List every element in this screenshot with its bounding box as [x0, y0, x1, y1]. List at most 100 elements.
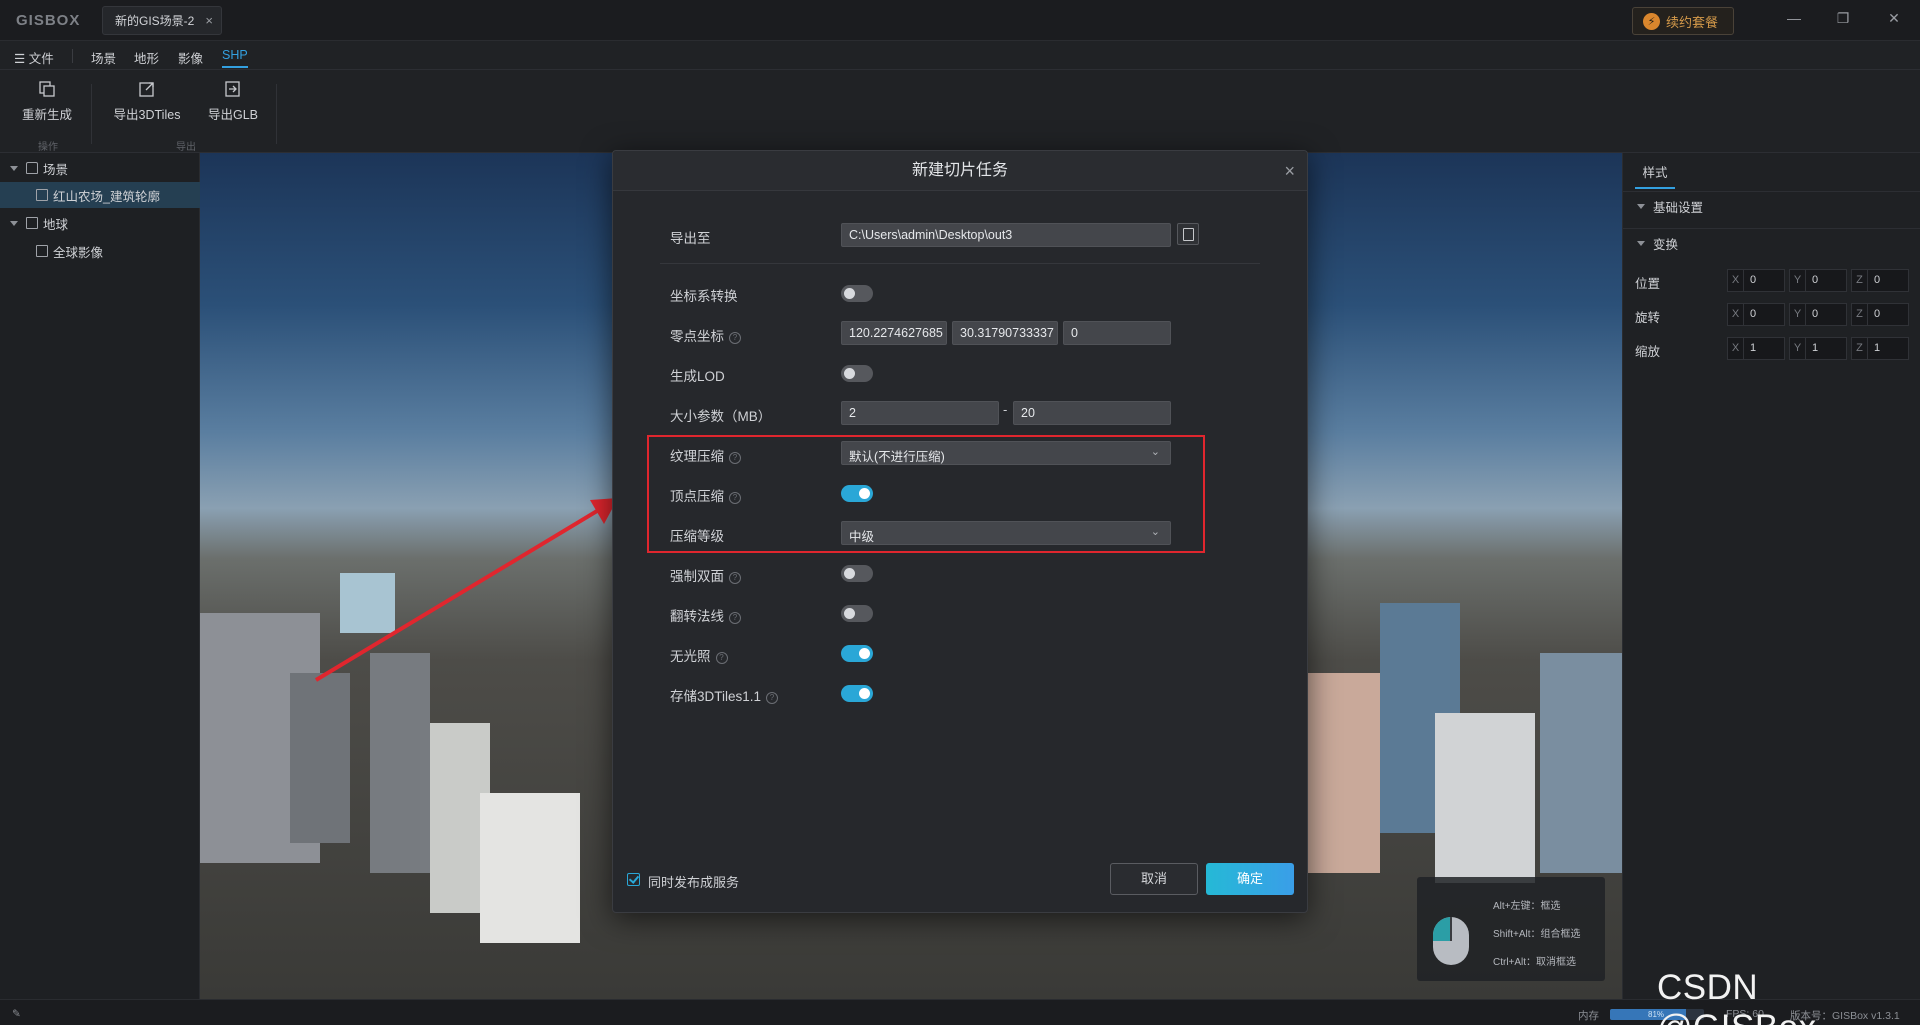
value: 0: [1750, 274, 1757, 286]
tab-close-icon[interactable]: ×: [205, 13, 213, 28]
size-param-label: 大小参数（MB）: [670, 409, 772, 424]
value: 1: [1750, 342, 1757, 354]
tree-item-global-imagery[interactable]: 全球影像: [0, 238, 200, 264]
document-tab[interactable]: 新的GIS场景-2 ×: [102, 6, 222, 35]
origin-z-input[interactable]: 0: [1063, 321, 1171, 345]
scale-z-input[interactable]: Z1: [1851, 337, 1909, 360]
position-y-input[interactable]: Y0: [1789, 269, 1847, 292]
expand-icon[interactable]: [10, 220, 18, 226]
minimize-button[interactable]: —: [1784, 10, 1804, 26]
ribbon-separator: [91, 84, 92, 144]
scale-y-input[interactable]: Y1: [1789, 337, 1847, 360]
expand-icon[interactable]: [10, 165, 18, 171]
building-render: [1300, 673, 1380, 873]
restore-button[interactable]: ❐: [1833, 10, 1853, 27]
memory-label: 内存: [1578, 1010, 1599, 1022]
scale-x-input[interactable]: X1: [1727, 337, 1785, 360]
origin-y-input[interactable]: 30.31790733337: [952, 321, 1058, 345]
edit-icon[interactable]: ✎: [12, 1008, 21, 1020]
help-icon[interactable]: ?: [729, 612, 741, 624]
tree-item-label: 红山农场_建筑轮廓: [53, 189, 160, 204]
menu-shp[interactable]: SHP: [222, 48, 248, 68]
tree-item-building-outline[interactable]: 红山农场_建筑轮廓: [0, 182, 200, 208]
rotation-x-input[interactable]: X0: [1727, 303, 1785, 326]
rotation-label: 旋转: [1635, 311, 1661, 325]
generate-lod-label: 生成LOD: [670, 369, 725, 384]
help-icon[interactable]: ?: [729, 332, 741, 344]
building-render: [480, 793, 580, 943]
crs-transform-toggle[interactable]: [841, 285, 873, 302]
unlit-toggle[interactable]: [841, 645, 873, 662]
force-double-sided-toggle[interactable]: [841, 565, 873, 582]
collapse-icon[interactable]: [1637, 204, 1645, 209]
axis-z-label: Z: [1852, 338, 1868, 359]
renew-plan-button[interactable]: ⚡ 续约套餐: [1632, 7, 1734, 35]
menu-scene[interactable]: 场景: [91, 48, 116, 67]
section-divider: [660, 263, 1260, 264]
menu-terrain[interactable]: 地形: [134, 48, 159, 67]
export-icon: [139, 82, 154, 97]
rotation-y-input[interactable]: Y0: [1789, 303, 1847, 326]
section-transform[interactable]: 变换: [1623, 228, 1920, 258]
value: 0: [1874, 274, 1881, 286]
mountain-icon: [26, 217, 38, 229]
regenerate-label: 重新生成: [22, 108, 73, 122]
help-icon[interactable]: ?: [715, 652, 728, 664]
tab-style[interactable]: 样式: [1635, 162, 1675, 189]
file-menu[interactable]: ☰ 文件: [14, 48, 54, 67]
ops-group-label: 操作: [38, 142, 58, 153]
menu-divider: [72, 49, 73, 63]
cancel-button[interactable]: 取消: [1110, 863, 1198, 895]
publish-service-checkbox[interactable]: [627, 873, 640, 886]
size-min-input[interactable]: 2: [841, 401, 999, 425]
value: 1: [1812, 342, 1819, 354]
axis-z-label: Z: [1852, 304, 1868, 325]
value: 1: [1874, 342, 1881, 354]
copy-icon: [39, 81, 55, 97]
hint-line: Shift+Alt：组合框选: [1493, 929, 1581, 940]
rotation-z-input[interactable]: Z0: [1851, 303, 1909, 326]
hamburger-icon: ☰: [14, 52, 26, 66]
scene-tree: 场景 红山农场_建筑轮廓 地球 全球影像: [0, 153, 200, 999]
regenerate-button[interactable]: 重新生成: [22, 80, 72, 123]
axis-x-label: X: [1728, 338, 1744, 359]
flip-normals-toggle[interactable]: [841, 605, 873, 622]
bolt-icon: ⚡: [1643, 12, 1660, 30]
help-icon[interactable]: ?: [729, 572, 741, 584]
section-label: 变换: [1653, 238, 1679, 252]
section-basic-settings[interactable]: 基础设置: [1623, 191, 1920, 221]
origin-x-input[interactable]: 120.2274627685: [841, 321, 947, 345]
export-3dtiles-button[interactable]: 导出3DTiles: [112, 80, 182, 123]
export-3dtiles-label: 导出3DTiles: [113, 108, 181, 122]
position-label: 位置: [1635, 277, 1661, 291]
export-group-label: 导出: [176, 142, 196, 153]
value: 0: [1812, 308, 1819, 320]
export-path-input[interactable]: C:\Users\admin\Desktop\out3: [841, 223, 1171, 247]
unlit-label: 无光照?: [670, 645, 728, 665]
value: 0: [1874, 308, 1881, 320]
close-window-button[interactable]: ✕: [1884, 10, 1904, 27]
building-render: [290, 673, 350, 843]
menu-imagery[interactable]: 影像: [178, 48, 203, 67]
watermark: CSDN @GISBox: [1657, 968, 1816, 1025]
help-icon[interactable]: ?: [766, 692, 779, 704]
ribbon-toolbar: 重新生成 导出3DTiles 导出GLB 操作 导出: [0, 70, 1920, 153]
tree-node-earth[interactable]: 地球: [0, 210, 200, 236]
position-z-input[interactable]: Z0: [1851, 269, 1909, 292]
export-glb-button[interactable]: 导出GLB: [208, 80, 258, 123]
section-label: 基础设置: [1653, 201, 1704, 215]
close-icon[interactable]: ×: [1284, 151, 1295, 191]
generate-lod-toggle[interactable]: [841, 365, 873, 382]
annotation-arrow: [314, 498, 618, 682]
store-3dtiles11-toggle[interactable]: [841, 685, 873, 702]
status-bar: ✎ 内存 81% FPS: 60 版本号：GISBox v1.3.1: [0, 999, 1920, 1025]
tree-node-scene[interactable]: 场景: [0, 155, 200, 181]
rotation-row: 旋转 X0 Y0 Z0: [1623, 303, 1920, 327]
position-x-input[interactable]: X0: [1727, 269, 1785, 292]
folder-browse-icon[interactable]: [1177, 223, 1199, 245]
collapse-icon[interactable]: [1637, 241, 1645, 246]
size-max-input[interactable]: 20: [1013, 401, 1171, 425]
document-tab-label: 新的GIS场景-2: [115, 14, 195, 28]
origin-coordinate-label: 零点坐标?: [670, 325, 741, 345]
confirm-button[interactable]: 确定: [1206, 863, 1294, 895]
